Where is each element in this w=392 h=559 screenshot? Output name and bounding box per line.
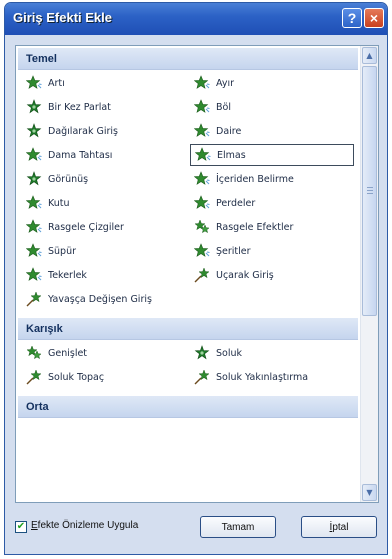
effect-item-label: Böl [216, 101, 231, 113]
star-spark-icon [195, 147, 211, 163]
preview-effect-label[interactable]: Efekte Önizleme Uygula [31, 520, 138, 531]
effect-item[interactable]: Yavaşça Değişen Giriş [22, 288, 186, 310]
star-spark-icon [26, 75, 42, 91]
effect-item[interactable]: Uçarak Giriş [190, 264, 354, 286]
star-cluster-icon [26, 345, 42, 361]
effect-item[interactable]: Görünüş [22, 168, 186, 190]
effect-item-label: Genişlet [48, 347, 88, 359]
effect-item[interactable]: Böl [190, 96, 354, 118]
section-header: Karışık [18, 318, 358, 340]
effect-item-label: Soluk [216, 347, 243, 359]
star-burst-icon [26, 123, 42, 139]
effect-item-label: Rasgele Çizgiler [48, 221, 124, 233]
effect-item[interactable]: Dağılarak Giriş [22, 120, 186, 142]
effect-item[interactable]: Genişlet [22, 342, 186, 364]
effect-item-label: Soluk Yakınlaştırma [216, 371, 309, 383]
star-burst-icon [194, 345, 210, 361]
star-burst-icon [26, 99, 42, 115]
star-spark-icon [26, 267, 42, 283]
effect-item[interactable]: Şeritler [190, 240, 354, 262]
title-bar: Giriş Efekti Ekle ? × [5, 3, 387, 35]
preview-label-text: fekte Önizleme Uygula [37, 520, 139, 531]
cancel-label-text: ptal [332, 521, 349, 533]
effect-item[interactable]: Bir Kez Parlat [22, 96, 186, 118]
effect-item-label: Tekerlek [48, 269, 87, 281]
effect-item-label: Şeritler [216, 245, 251, 257]
effect-item-label: Kutu [48, 197, 70, 209]
effect-item[interactable]: Daire [190, 120, 354, 142]
effect-item[interactable]: Rasgele Çizgiler [22, 216, 186, 238]
effect-item[interactable]: Rasgele Efektler [190, 216, 354, 238]
star-spark-icon [194, 171, 210, 187]
section-header: Orta [18, 396, 358, 418]
effect-item-label: Ayır [216, 77, 235, 89]
star-cluster-icon [194, 219, 210, 235]
cancel-button[interactable]: İptal [301, 516, 377, 538]
star-spark-icon [194, 123, 210, 139]
effect-item[interactable]: Soluk Topaç [22, 366, 186, 388]
effect-item[interactable]: Tekerlek [22, 264, 186, 286]
star-spark-icon [26, 243, 42, 259]
effect-item[interactable]: Elmas [190, 144, 354, 166]
scroll-thumb[interactable] [362, 66, 377, 316]
star-fly-icon [26, 291, 42, 307]
section-header: Temel [18, 48, 358, 70]
effect-item-label: Daire [216, 125, 242, 137]
scroll-grip-line [367, 193, 373, 194]
effect-item-label: Süpür [48, 245, 77, 257]
scroll-grip-line [367, 187, 373, 188]
star-spark-icon [194, 99, 210, 115]
effect-item[interactable]: Dama Tahtası [22, 144, 186, 166]
effect-item-label: Rasgele Efektler [216, 221, 294, 233]
effect-item-label: Bir Kez Parlat [48, 101, 111, 113]
star-burst-icon [26, 171, 42, 187]
scroll-grip-line [367, 190, 373, 191]
effect-item-label: Yavaşça Değişen Giriş [48, 293, 152, 305]
effect-item[interactable]: Süpür [22, 240, 186, 262]
effect-item-label: Dama Tahtası [48, 149, 113, 161]
insert-entrance-effect-dialog: Giriş Efekti Ekle ? × Temel Artı Ayır Bir K… [4, 2, 388, 555]
effect-item-label: İçeriden Belirme [216, 173, 294, 185]
scroll-up-button[interactable]: ▲ [362, 47, 377, 64]
effect-item[interactable]: İçeriden Belirme [190, 168, 354, 190]
vertical-scrollbar[interactable]: ▲ ▼ [360, 46, 378, 502]
effect-item-label: Artı [48, 77, 65, 89]
star-spark-icon [26, 195, 42, 211]
effect-item-label: Uçarak Giriş [216, 269, 274, 281]
ok-button[interactable]: Tamam [200, 516, 276, 538]
effect-item[interactable]: Kutu [22, 192, 186, 214]
star-spark-icon [194, 243, 210, 259]
effect-item[interactable]: Ayır [190, 72, 354, 94]
star-spark-icon [194, 195, 210, 211]
effect-item-label: Dağılarak Giriş [48, 125, 119, 137]
effect-item-label: Görünüş [48, 173, 89, 185]
effect-item[interactable]: Perdeler [190, 192, 354, 214]
dialog-title: Giriş Efekti Ekle [13, 10, 112, 25]
help-button[interactable]: ? [342, 8, 362, 28]
dialog-footer: ✔ Efekte Önizleme Uygula Tamam İptal [5, 508, 387, 548]
effects-list-panel: Temel Artı Ayır Bir Kez Parlat Böl Dağılarak … [15, 45, 379, 503]
star-spark-icon [26, 219, 42, 235]
effect-item-label: Soluk Topaç [48, 371, 105, 383]
effect-item[interactable]: Soluk Yakınlaştırma [190, 366, 354, 388]
effects-list: Temel Artı Ayır Bir Kez Parlat Böl Dağılarak … [16, 46, 360, 502]
effect-item-label: Elmas [217, 149, 246, 161]
preview-label-accelerator: E [31, 520, 38, 531]
star-fly-icon [26, 369, 42, 385]
star-fly-icon [194, 369, 210, 385]
effect-item-label: Perdeler [216, 197, 256, 209]
effect-item[interactable]: Artı [22, 72, 186, 94]
star-spark-icon [26, 147, 42, 163]
close-button[interactable]: × [364, 8, 384, 28]
star-fly-icon [194, 267, 210, 283]
scroll-down-button[interactable]: ▼ [362, 484, 377, 501]
effect-item[interactable]: Soluk [190, 342, 354, 364]
star-spark-icon [194, 75, 210, 91]
preview-effect-checkbox[interactable]: ✔ [15, 521, 27, 533]
